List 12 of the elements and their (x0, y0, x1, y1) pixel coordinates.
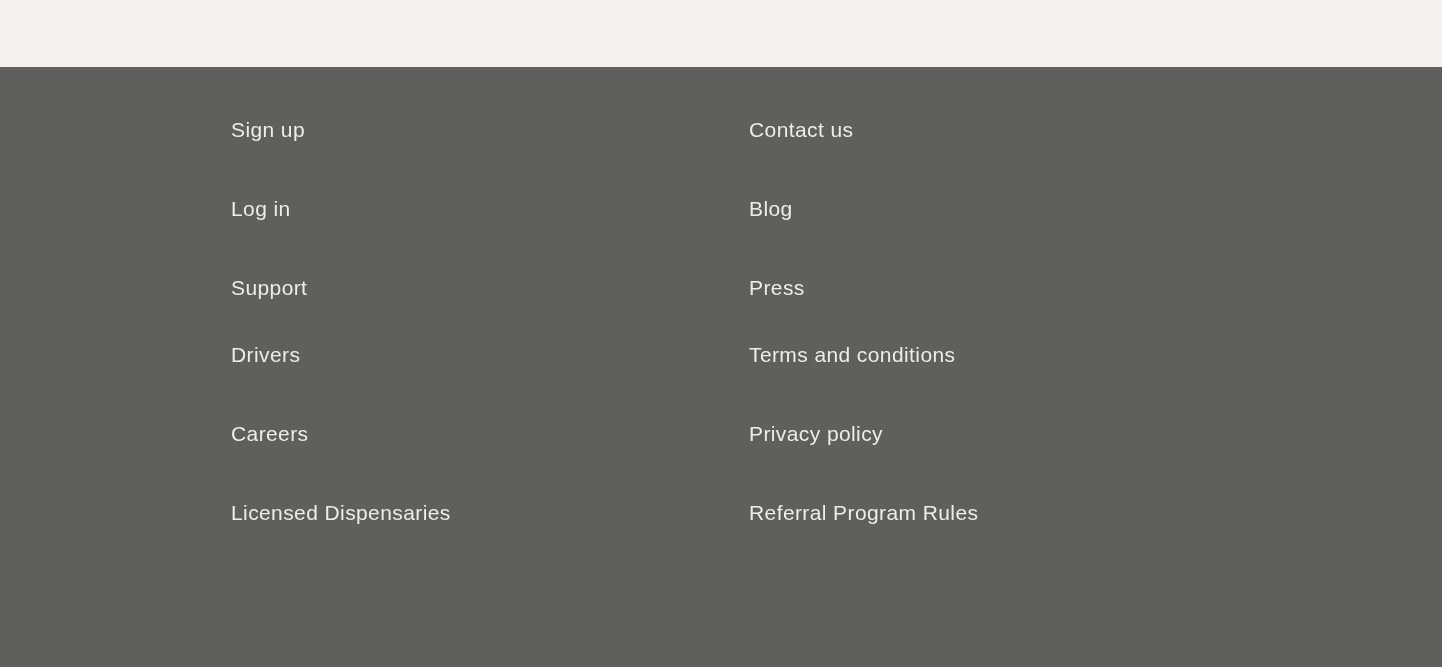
footer-link[interactable]: Referral Program Rules (749, 501, 979, 525)
footer-link[interactable]: Privacy policy (749, 422, 883, 446)
footer-link[interactable]: Licensed Dispensaries (231, 501, 451, 525)
footer-link[interactable]: Log in (231, 197, 291, 221)
footer-link[interactable]: Terms and conditions (749, 343, 956, 367)
footer-link[interactable]: Careers (231, 422, 309, 446)
footer-link[interactable]: Blog (749, 197, 793, 221)
footer-link[interactable]: Drivers (231, 343, 301, 367)
footer-link[interactable]: Support (231, 276, 308, 300)
footer-link[interactable]: Press (749, 276, 805, 300)
footer-link[interactable]: Sign up (231, 118, 306, 142)
footer-link[interactable]: Contact us (749, 118, 854, 142)
